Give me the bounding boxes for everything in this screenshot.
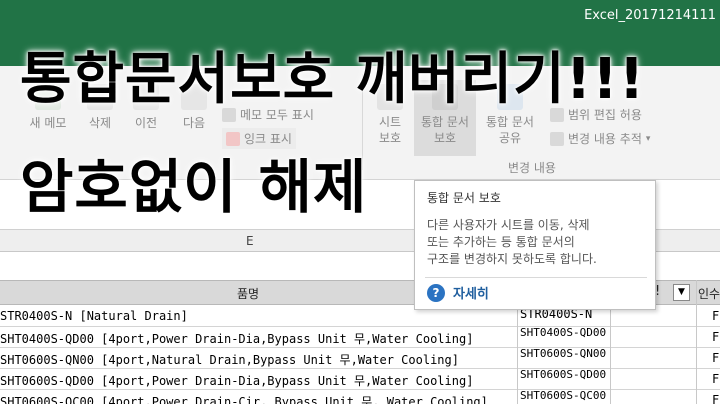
headline-line-1: 통합문서보호 깨버리기!!! <box>20 47 646 112</box>
cell-code[interactable]: SHT0400S-QD00 <box>520 327 610 347</box>
column-letter-e[interactable]: E <box>246 234 254 248</box>
cell-last[interactable]: F <box>712 393 720 404</box>
cell-name[interactable]: SHT0600S-QC00 [4port,Power Drain-Cir, By… <box>0 393 515 404</box>
tooltip-body: 다른 사용자가 시트를 이동, 삭제 또는 추가하는 등 통합 문서의 구조를 … <box>427 217 653 268</box>
protect-workbook-label-1: 통합 문서 <box>421 115 469 129</box>
cell-name[interactable]: STR0400S-N [Natural Drain] <box>0 309 515 323</box>
filter-dropdown-icon[interactable]: ▼ <box>673 284 690 301</box>
cell-name[interactable]: SHT0400S-QD00 [4port,Power Drain-Dia,Byp… <box>0 330 515 347</box>
share-workbook-label-1: 통합 문서 <box>486 115 534 129</box>
cell-code[interactable]: STR0400S-N <box>520 309 610 329</box>
header-last: 인수 <box>698 287 720 301</box>
cell-code[interactable]: SHT0600S-QC00 <box>520 390 610 404</box>
delete-label: 삭제 <box>88 116 112 130</box>
tell-me-more-label: 자세히 <box>453 287 489 302</box>
tooltip-line-3: 구조를 변경하지 못하도록 합니다. <box>427 252 597 266</box>
table-row[interactable]: SHT0600S-QN00 [4port,Natural Drain,Bypas… <box>0 348 720 369</box>
new-comment-label: 새 메모 <box>29 116 67 130</box>
cell-code[interactable]: SHT0600S-QN00 <box>520 348 610 368</box>
track-changes-button[interactable]: 변경 내용 추적 ▾ <box>550 130 650 147</box>
cell-last[interactable]: F <box>712 372 720 386</box>
next-label: 다음 <box>182 116 206 130</box>
chevron-down-icon: ▾ <box>645 133 651 144</box>
cell-last[interactable]: F <box>712 330 720 344</box>
track-changes-label: 변경 내용 추적 <box>568 132 642 146</box>
previous-label: 이전 <box>134 116 158 130</box>
cell-code[interactable]: SHT0600S-QD00 <box>520 369 610 389</box>
cell-last[interactable]: F <box>712 309 720 323</box>
help-icon: ? <box>427 283 445 302</box>
cell-name[interactable]: SHT0600S-QN00 [4port,Natural Drain,Bypas… <box>0 351 515 368</box>
table-row[interactable]: SHT0400S-QD00 [4port,Power Drain-Dia,Byp… <box>0 327 720 348</box>
window-title: Excel_20171214111 <box>584 8 716 23</box>
tooltip-line-1: 다른 사용자가 시트를 이동, 삭제 <box>427 218 590 232</box>
tell-me-more-link[interactable]: ? 자세히 <box>427 283 489 302</box>
share-workbook-label-2: 공유 <box>498 131 522 145</box>
protect-sheet-label-2: 보호 <box>378 131 402 145</box>
protect-workbook-tooltip: 통합 문서 보호 다른 사용자가 시트를 이동, 삭제 또는 추가하는 등 통합… <box>414 180 656 310</box>
table-row[interactable]: SHT0600S-QC00 [4port,Power Drain-Cir, By… <box>0 390 720 404</box>
protect-sheet-label-1: 시트 <box>378 115 402 129</box>
table-row[interactable]: SHT0600S-QD00 [4port,Power Drain-Dia,Byp… <box>0 369 720 390</box>
protect-workbook-label-2: 보호 <box>433 131 457 145</box>
tooltip-line-2: 또는 추가하는 등 통합 문서의 <box>427 235 575 249</box>
changes-group-label: 변경 내용 <box>508 161 556 175</box>
track-changes-icon <box>550 131 564 146</box>
tooltip-divider <box>425 277 647 278</box>
cell-last[interactable]: F <box>712 351 720 365</box>
headline-line-2: 암호없이 해제 <box>20 153 368 221</box>
cell-name[interactable]: SHT0600S-QD00 [4port,Power Drain-Dia,Byp… <box>0 372 515 389</box>
title-bar: Excel_20171214111 <box>0 0 720 34</box>
tooltip-title: 통합 문서 보호 <box>427 191 501 205</box>
header-item-name: 품명 <box>237 287 260 301</box>
column-divider <box>696 280 697 404</box>
